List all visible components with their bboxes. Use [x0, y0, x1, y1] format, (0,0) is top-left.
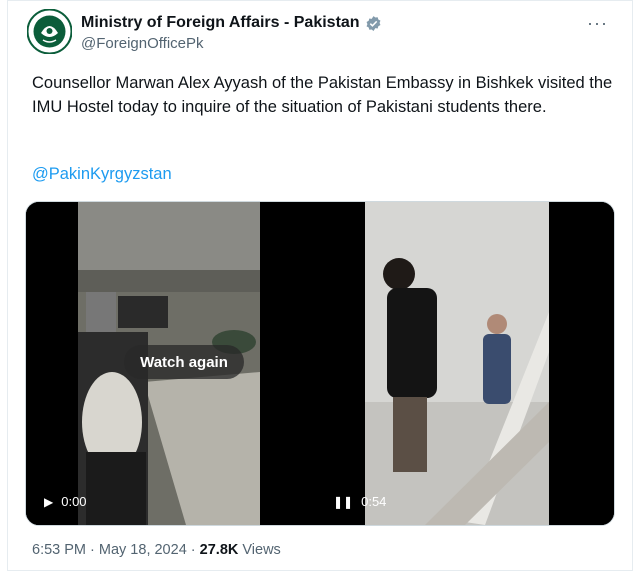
mention-link[interactable]: @PakinKyrgyzstan: [32, 165, 172, 184]
video-player-2[interactable]: ❚❚ 0:54: [315, 202, 614, 525]
tweet-meta: 6:53 PM · May 18, 2024 · 27.8K Views: [32, 542, 281, 558]
avatar[interactable]: [27, 9, 72, 54]
emblem-icon: [27, 9, 72, 54]
pause-icon[interactable]: ❚❚: [333, 495, 353, 509]
tweet-text: Counsellor Marwan Alex Ayyash of the Pak…: [32, 74, 613, 116]
views-count: 27.8K: [199, 542, 239, 558]
verified-badge-icon: [366, 15, 381, 31]
views-label: Views: [242, 542, 281, 558]
more-options-icon[interactable]: ···: [587, 13, 608, 34]
play-icon[interactable]: ▶: [44, 495, 53, 509]
tweet-date[interactable]: May 18, 2024: [99, 542, 187, 558]
media-grid: Watch again ▶ 0:00 ❚❚ 0:54: [25, 201, 615, 526]
video-2-controls[interactable]: ❚❚ 0:54: [333, 494, 386, 509]
video-2-time: 0:54: [361, 494, 387, 509]
video-thumbnail-2: [315, 202, 614, 525]
tweet-time[interactable]: 6:53 PM: [32, 542, 86, 558]
watch-again-button[interactable]: Watch again: [124, 345, 244, 379]
video-player-1[interactable]: Watch again ▶ 0:00: [26, 202, 311, 525]
tweet-card[interactable]: Ministry of Foreign Affairs - Pakistan @…: [7, 0, 633, 571]
video-1-time: 0:00: [61, 494, 87, 509]
author-name[interactable]: Ministry of Foreign Affairs - Pakistan: [81, 14, 360, 32]
video-1-controls[interactable]: ▶ 0:00: [44, 494, 87, 509]
author-handle[interactable]: @ForeignOfficePk: [81, 35, 204, 52]
